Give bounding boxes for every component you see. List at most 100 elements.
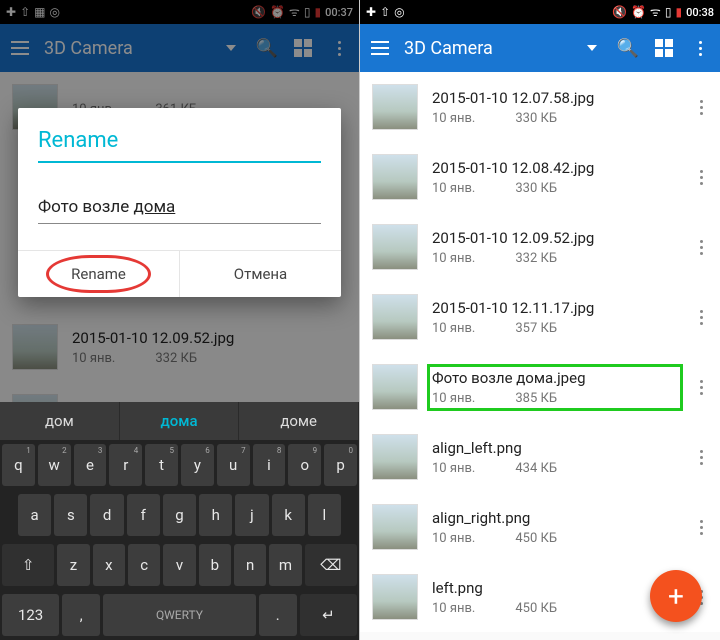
file-date: 10 янв. (432, 321, 475, 336)
list-item[interactable]: Фото возле дома.jpeg10 янв.385 КБ (360, 352, 720, 422)
file-size: 434 КБ (515, 461, 557, 476)
key-g[interactable]: g (163, 494, 196, 536)
key-f[interactable]: f (127, 494, 160, 536)
key-p[interactable]: p0 (324, 444, 357, 486)
key-j[interactable]: j (235, 494, 268, 536)
key-t[interactable]: t5 (145, 444, 178, 486)
thumbnail (372, 574, 418, 620)
file-date: 10 янв. (432, 251, 475, 266)
thumbnail (372, 434, 418, 480)
dropdown-icon[interactable] (580, 36, 604, 60)
file-name: 2015-01-10 12.07.58.jpg (432, 89, 678, 107)
file-name: 2015-01-10 12.09.52.jpg (432, 229, 678, 247)
file-name: left.png (432, 579, 678, 597)
key-u[interactable]: u7 (217, 444, 250, 486)
file-date: 10 янв. (432, 181, 475, 196)
file-date: 10 янв. (432, 461, 475, 476)
numeric-key[interactable]: 123 (2, 594, 59, 636)
signal-icon: ▯ (665, 6, 672, 18)
view-grid-icon[interactable] (652, 36, 676, 60)
key-w[interactable]: w2 (38, 444, 71, 486)
battery-low-icon: ▮ (675, 6, 682, 18)
key-n[interactable]: n (234, 544, 266, 586)
file-name: 2015-01-10 12.08.42.jpg (432, 159, 678, 177)
enter-key[interactable]: ↵ (300, 594, 357, 636)
suggestion[interactable]: доме (239, 402, 359, 440)
key-l[interactable]: l (308, 494, 341, 536)
key-i[interactable]: i8 (253, 444, 286, 486)
item-overflow-icon[interactable] (692, 100, 710, 115)
rename-confirm-button[interactable]: Rename (18, 251, 180, 297)
list-item[interactable]: 2015-01-10 12.08.42.jpg10 янв.330 КБ (360, 142, 720, 212)
file-size: 330 КБ (515, 111, 557, 126)
shift-key[interactable]: ⇧ (2, 544, 54, 586)
list-item[interactable]: align_right.png10 янв.450 КБ (360, 492, 720, 562)
app-title: 3D Camera (404, 38, 568, 59)
cancel-button[interactable]: Отмена (180, 251, 341, 297)
suggestion-selected[interactable]: дома (120, 402, 240, 440)
item-overflow-icon[interactable] (692, 170, 710, 185)
file-size: 450 КБ (515, 601, 557, 616)
item-overflow-icon[interactable] (692, 310, 710, 325)
app-bar: 3D Camera 🔍 (360, 24, 720, 72)
file-size: 450 КБ (515, 531, 557, 546)
comma-key[interactable]: , (62, 594, 100, 636)
key-k[interactable]: k (272, 494, 305, 536)
key-q[interactable]: q1 (2, 444, 35, 486)
overflow-icon[interactable] (688, 36, 712, 60)
file-name: Фото возле дома.jpeg (432, 369, 678, 387)
dialog-title: Rename (18, 126, 341, 163)
key-y[interactable]: y6 (181, 444, 214, 486)
fab-add-button[interactable]: + (650, 570, 702, 622)
key-c[interactable]: c (128, 544, 160, 586)
plus-icon: ✚ (366, 6, 376, 18)
key-s[interactable]: s (54, 494, 87, 536)
thumbnail (372, 294, 418, 340)
file-name: 2015-01-10 12.11.17.jpg (432, 299, 678, 317)
file-size: 357 КБ (515, 321, 557, 336)
period-key[interactable]: . (259, 594, 297, 636)
thumbnail (372, 84, 418, 130)
up-icon: ⇧ (380, 6, 390, 18)
status-time: 00:38 (686, 6, 714, 19)
key-m[interactable]: m (269, 544, 301, 586)
key-v[interactable]: v (163, 544, 195, 586)
space-key[interactable]: QWERTY (103, 594, 255, 636)
item-overflow-icon[interactable] (692, 450, 710, 465)
backspace-key[interactable]: ⌫ (305, 544, 357, 586)
search-icon[interactable]: 🔍 (616, 36, 640, 60)
list-item[interactable]: align_left.png 10 янв. 434 КБ (360, 422, 720, 492)
screen-left: ✚ ⇧ ▦ ◎ 🔇 ⏰ ᯤ ▯ ▮ 00:37 3D Camera 🔍 (0, 0, 360, 640)
list-item[interactable]: 2015-01-10 12.07.58.jpg 10 янв. 330 КБ (360, 72, 720, 142)
alarm-icon: ⏰ (631, 6, 646, 18)
target-icon: ◎ (394, 6, 404, 18)
key-d[interactable]: d (90, 494, 123, 536)
key-o[interactable]: o9 (288, 444, 321, 486)
mute-icon: 🔇 (612, 6, 627, 18)
key-x[interactable]: x (93, 544, 125, 586)
file-date: 10 янв. (432, 601, 475, 616)
file-date: 10 янв. (432, 111, 475, 126)
status-bar: ✚ ⇧ ◎ 🔇 ⏰ ᯤ ▯ ▮ 00:38 (360, 0, 720, 24)
key-h[interactable]: h (199, 494, 232, 536)
file-name: align_left.png (432, 439, 678, 457)
thumbnail (372, 364, 418, 410)
key-a[interactable]: a (18, 494, 51, 536)
list-item[interactable]: 2015-01-10 12.11.17.jpg 10 янв. 357 КБ (360, 282, 720, 352)
file-date: 10 янв. (432, 391, 475, 406)
menu-button[interactable] (368, 36, 392, 60)
screen-right: ✚ ⇧ ◎ 🔇 ⏰ ᯤ ▯ ▮ 00:38 3D Camera 🔍 2015-0… (360, 0, 720, 640)
file-date: 10 янв. (432, 531, 475, 546)
item-overflow-icon[interactable] (692, 240, 710, 255)
key-e[interactable]: e3 (74, 444, 107, 486)
list-item[interactable]: 2015-01-10 12.09.52.jpg10 янв.332 КБ (360, 212, 720, 282)
key-z[interactable]: z (57, 544, 89, 586)
thumbnail (372, 504, 418, 550)
item-overflow-icon[interactable] (692, 380, 710, 395)
key-r[interactable]: r4 (109, 444, 142, 486)
key-b[interactable]: b (199, 544, 231, 586)
thumbnail (372, 154, 418, 200)
item-overflow-icon[interactable] (692, 520, 710, 535)
suggestion[interactable]: дом (0, 402, 120, 440)
rename-input[interactable]: Фото возле дома (38, 193, 321, 224)
